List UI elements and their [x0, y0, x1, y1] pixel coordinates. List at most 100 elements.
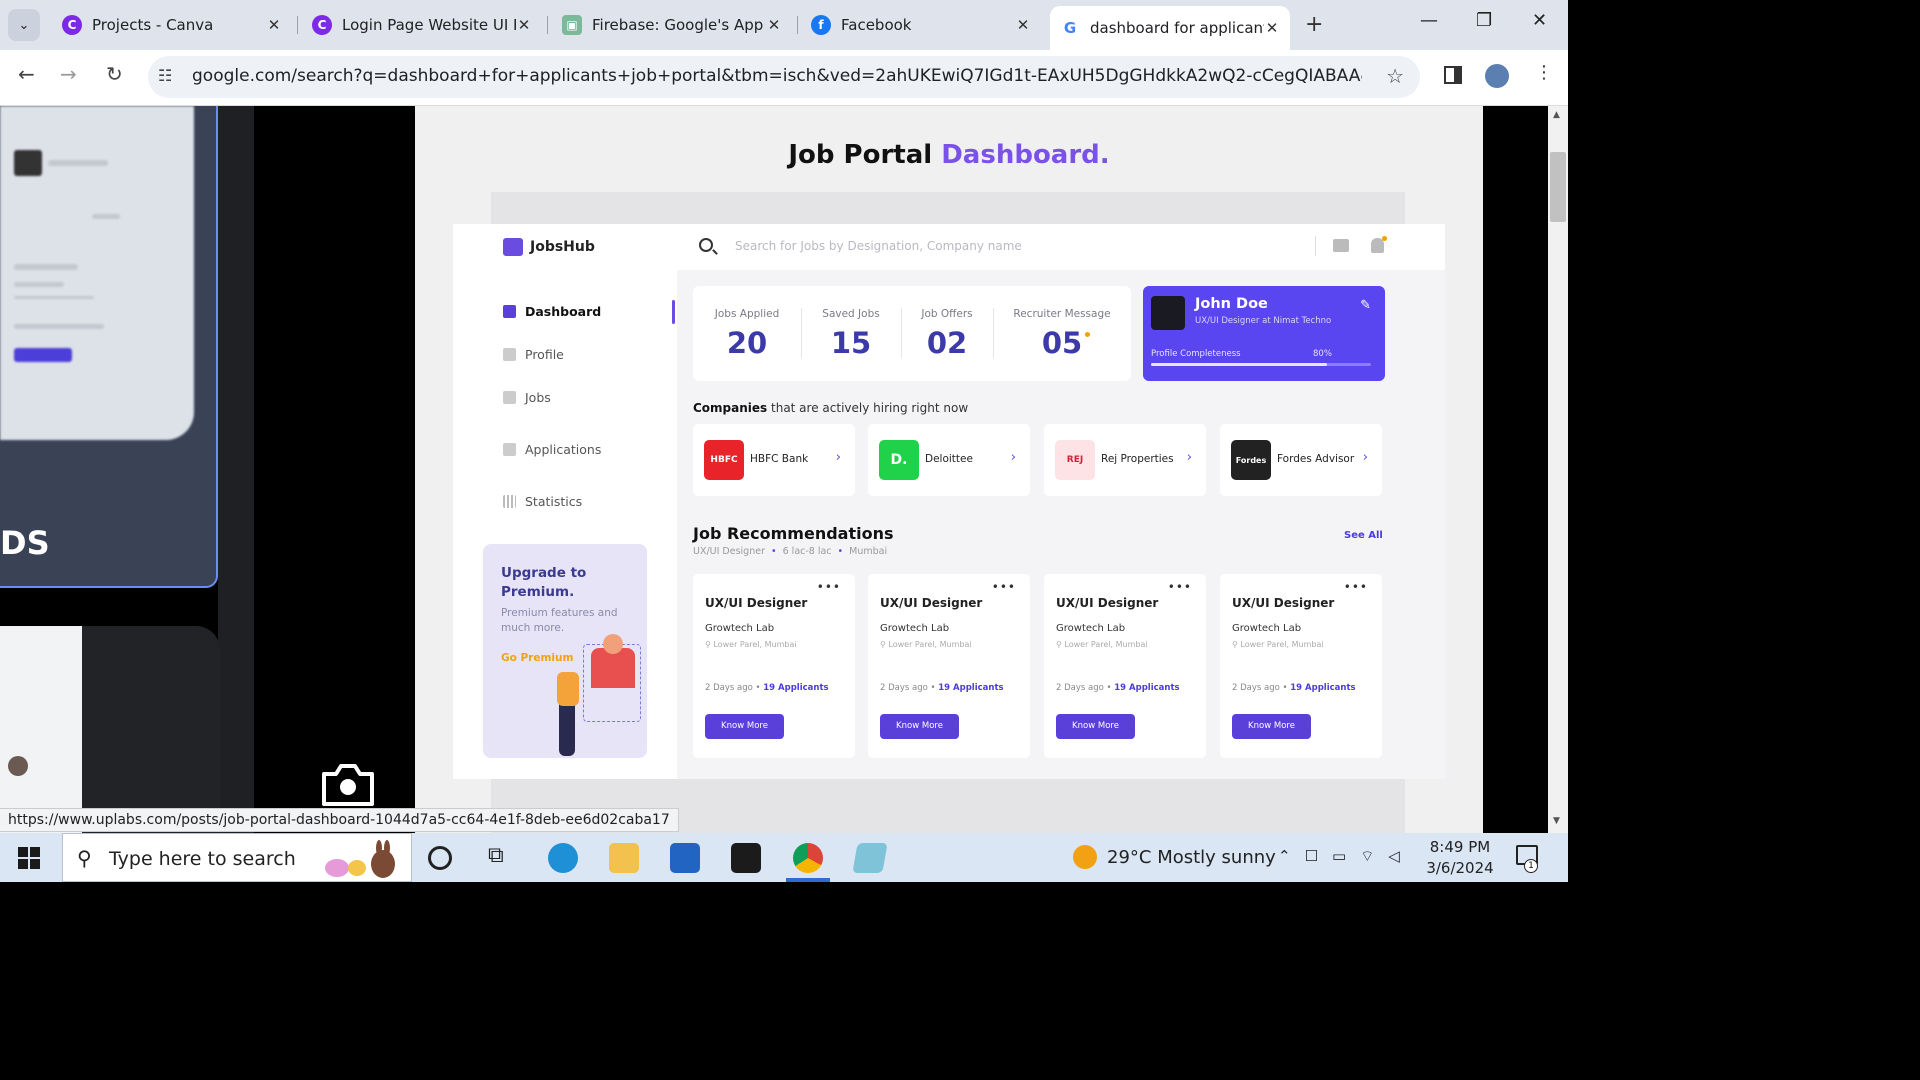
lower-thumbnail-image[interactable]	[0, 626, 82, 833]
stat-saved-jobs: Saved Jobs 15	[801, 286, 901, 381]
know-more-button[interactable]: Know More	[705, 714, 784, 739]
edit-pencil-icon[interactable]: ✎	[1360, 298, 1371, 313]
scroll-thumb[interactable]	[1550, 152, 1566, 222]
notification-count-badge: 1	[1524, 859, 1538, 873]
tab-login-page[interactable]: C Login Page Website UI Pr ✕	[302, 6, 542, 44]
job-location: ⚲ Lower Parel, Mumbai	[1056, 640, 1148, 649]
back-button[interactable]: ←	[18, 62, 35, 86]
chrome-icon[interactable]	[793, 843, 823, 873]
upgrade-card[interactable]: Upgrade to Premium. Premium features and…	[483, 544, 647, 758]
company-card[interactable]: HBFC HBFC Bank ›	[693, 424, 855, 496]
task-view-icon[interactable]: ⧉	[488, 843, 518, 873]
stat-job-offers: Job Offers 02	[901, 286, 993, 381]
menu-item-statistics[interactable]: Statistics	[503, 494, 582, 509]
search-icon[interactable]	[699, 238, 713, 252]
canva-icon: C	[62, 15, 82, 35]
know-more-button[interactable]: Know More	[880, 714, 959, 739]
see-all-link[interactable]: See All	[1344, 530, 1383, 541]
taskbar-clock[interactable]: 8:49 PM 3/6/2024	[1420, 837, 1500, 879]
mail-icon[interactable]	[731, 843, 761, 873]
menu-label: Jobs	[525, 390, 551, 405]
divider-strip	[218, 106, 254, 833]
close-icon[interactable]: ✕	[1264, 19, 1280, 37]
job-card[interactable]: ••• UX/UI Designer Growtech Lab ⚲ Lower …	[868, 574, 1030, 758]
job-location-text: Lower Parel, Mumbai	[1240, 640, 1324, 649]
location-pin-icon: ⚲	[1056, 640, 1062, 649]
chevron-right-icon[interactable]: ›	[836, 450, 841, 465]
window-close-button[interactable]: ✕	[1532, 10, 1547, 31]
tab-firebase[interactable]: ▣ Firebase: Google's App D ✕	[552, 6, 792, 44]
chevron-right-icon[interactable]: ›	[1363, 450, 1368, 465]
more-options-icon[interactable]: •••	[992, 580, 1016, 594]
cortana-icon[interactable]	[428, 846, 452, 870]
job-card[interactable]: ••• UX/UI Designer Growtech Lab ⚲ Lower …	[1044, 574, 1206, 758]
close-icon[interactable]: ✕	[266, 16, 282, 34]
side-panel-icon[interactable]	[1444, 66, 1462, 84]
microsoft-store-icon[interactable]	[670, 843, 700, 873]
job-applicants: 19 Applicants	[1114, 683, 1180, 693]
tab-facebook[interactable]: f Facebook ✕	[801, 6, 1041, 44]
forward-button[interactable]: →	[60, 62, 77, 86]
url-text[interactable]: google.com/search?q=dashboard+for+applic…	[192, 66, 1362, 86]
close-icon[interactable]: ✕	[516, 16, 532, 34]
stat-label: Jobs Applied	[714, 308, 780, 320]
job-card[interactable]: ••• UX/UI Designer Growtech Lab ⚲ Lower …	[693, 574, 855, 758]
weather-widget[interactable]: 29°C Mostly sunny	[1073, 845, 1276, 869]
chevron-right-icon[interactable]: ›	[1187, 450, 1192, 465]
more-options-icon[interactable]: •••	[1344, 580, 1368, 594]
job-title: UX/UI Designer	[1232, 596, 1335, 610]
minimize-button[interactable]: —	[1420, 10, 1438, 31]
tab-canva-projects[interactable]: C Projects - Canva ✕	[52, 6, 292, 44]
menu-item-jobs[interactable]: Jobs	[503, 390, 551, 405]
site-info-icon[interactable]: ☷	[158, 66, 172, 85]
system-tray-icons[interactable]: ⌃☐▭⌔◁	[1278, 847, 1414, 866]
more-menu-icon[interactable]: ⋮	[1535, 62, 1553, 83]
windows-taskbar: ⚲ Type here to search ⧉ 29°C Mostly sunn…	[0, 833, 1568, 882]
tab-google-search[interactable]: G dashboard for applicants ✕	[1050, 6, 1290, 50]
reload-button[interactable]: ↻	[106, 62, 123, 86]
know-more-button[interactable]: Know More	[1056, 714, 1135, 739]
weather-sun-icon	[1073, 845, 1097, 869]
taskbar-search-box[interactable]: ⚲ Type here to search	[62, 833, 412, 882]
company-card[interactable]: D. Deloittee ›	[868, 424, 1030, 496]
company-card[interactable]: Fordes Fordes Advisor ›	[1220, 424, 1382, 496]
job-search-input[interactable]: Search for Jobs by Designation, Company …	[735, 239, 1022, 253]
menu-item-applications[interactable]: Applications	[503, 442, 601, 457]
job-location-text: Lower Parel, Mumbai	[888, 640, 972, 649]
more-options-icon[interactable]: •••	[817, 580, 841, 594]
file-explorer-icon[interactable]	[609, 843, 639, 873]
job-posted: 2 Days ago	[705, 683, 753, 693]
stat-value: 20	[726, 326, 768, 360]
company-card[interactable]: REJ Rej Properties ›	[1044, 424, 1206, 496]
edge-icon[interactable]	[548, 843, 578, 873]
message-icon[interactable]	[1333, 239, 1349, 252]
address-bar[interactable]: ☷ google.com/search?q=dashboard+for+appl…	[148, 56, 1420, 98]
stat-recruiter-message: Recruiter Message 05	[993, 286, 1131, 381]
know-more-button[interactable]: Know More	[1232, 714, 1311, 739]
scroll-up-arrow-icon[interactable]: ▲	[1553, 110, 1560, 120]
menu-item-dashboard[interactable]: Dashboard	[503, 304, 601, 319]
close-icon[interactable]: ✕	[766, 16, 782, 34]
close-icon[interactable]: ✕	[1015, 16, 1031, 34]
page-scrollbar[interactable]: ▲ ▼	[1548, 106, 1568, 833]
dashboard-icon	[503, 305, 516, 318]
preview-image[interactable]: Job Portal Dashboard. JobsHub Dashboard …	[415, 106, 1483, 833]
more-options-icon[interactable]: •••	[1168, 580, 1192, 594]
profile-card[interactable]: John Doe UX/UI Designer at Nimat Techno …	[1143, 286, 1385, 381]
restore-button[interactable]: ❐	[1476, 10, 1492, 31]
bookmark-star-icon[interactable]: ☆	[1386, 64, 1404, 88]
chevron-right-icon[interactable]: ›	[1011, 450, 1016, 465]
google-lens-icon[interactable]	[320, 758, 376, 810]
thumbnail-caption: DS	[0, 524, 50, 562]
profile-avatar[interactable]	[1485, 64, 1509, 88]
go-premium-link[interactable]: Go Premium	[501, 652, 573, 664]
new-tab-button[interactable]: +	[1305, 12, 1323, 37]
notepad-icon[interactable]	[852, 843, 888, 873]
menu-item-profile[interactable]: Profile	[503, 347, 564, 362]
filter-role: UX/UI Designer	[693, 546, 765, 557]
windows-start-icon[interactable]	[18, 847, 40, 869]
tab-search-dropdown[interactable]: ⌄	[8, 9, 40, 41]
job-card[interactable]: ••• UX/UI Designer Growtech Lab ⚲ Lower …	[1220, 574, 1382, 758]
scroll-down-arrow-icon[interactable]: ▼	[1553, 816, 1560, 826]
prev-image-panel[interactable]: DS	[0, 106, 218, 588]
